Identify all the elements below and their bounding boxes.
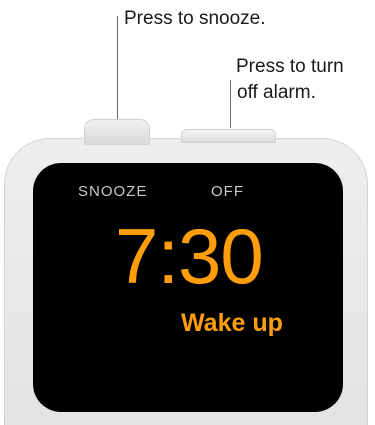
turn-off-callout-line2: off alarm. bbox=[237, 82, 316, 103]
snooze-label: SNOOZE bbox=[78, 183, 148, 200]
side-button[interactable] bbox=[181, 129, 276, 143]
watch-alarm-diagram: Press to snooze. Press to turn off alarm… bbox=[0, 0, 375, 425]
alarm-time: 7:30 bbox=[115, 212, 264, 300]
digital-crown[interactable] bbox=[84, 119, 150, 145]
snooze-leader-line bbox=[117, 16, 118, 119]
watch-screen: SNOOZE OFF 7:30 Wake up bbox=[33, 163, 343, 412]
turn-off-leader-line bbox=[230, 80, 231, 128]
snooze-callout: Press to snooze. bbox=[124, 8, 266, 29]
turn-off-callout-line1: Press to turn bbox=[236, 56, 344, 77]
alarm-name: Wake up bbox=[181, 309, 283, 337]
off-label: OFF bbox=[211, 183, 244, 200]
